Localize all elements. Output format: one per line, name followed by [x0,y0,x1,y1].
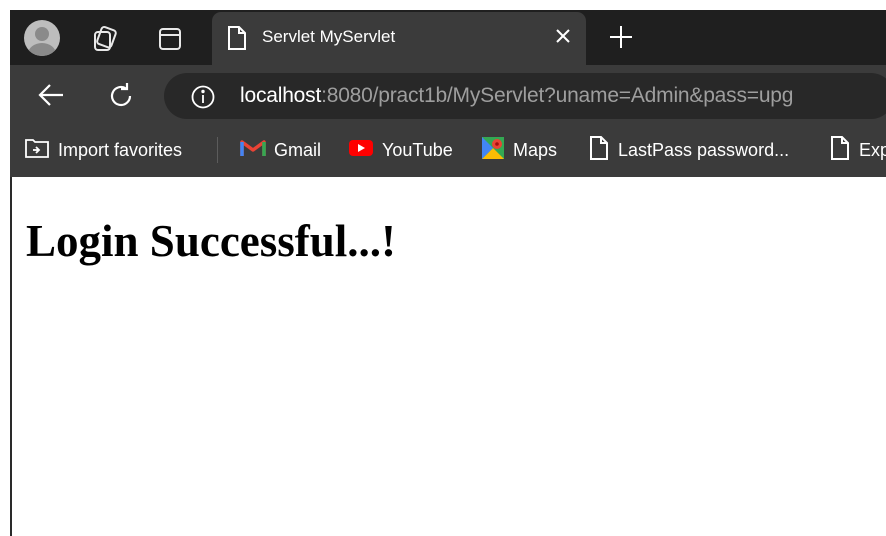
back-icon[interactable] [36,81,66,114]
favorite-gmail[interactable]: Gmail [240,136,321,164]
profile-avatar[interactable] [24,20,60,56]
site-info-icon[interactable] [190,84,216,115]
favorite-label: Import favorites [58,139,183,160]
favorite-lastpass[interactable]: LastPass password... [588,135,790,166]
favorite-maps[interactable]: Maps [481,136,557,164]
page-icon [226,25,248,56]
url-host: localhost [240,84,322,107]
page-icon [829,135,851,166]
page-heading: Login Successful...! [26,216,397,266]
refresh-icon[interactable] [106,81,136,116]
new-tab-icon[interactable] [608,24,634,55]
favorite-exp[interactable]: Exp [829,135,886,166]
vertical-tabs-icon[interactable] [157,26,183,57]
favorite-label: LastPass password... [618,139,790,160]
favorite-import-favorites[interactable]: Import favorites [24,136,182,164]
gmail-icon [240,138,266,163]
workspaces-icon[interactable] [90,24,120,59]
favorite-label: Gmail [274,139,322,160]
url-text[interactable]: localhost:8080/pract1b/MyServlet?uname=A… [240,84,793,108]
favorites-separator [217,137,218,163]
favorite-label: Exp [859,139,886,160]
page-icon [588,135,610,166]
favorite-youtube[interactable]: YouTube [348,136,453,164]
url-path: :8080/pract1b/MyServlet?uname=Admin&pass… [321,84,794,107]
youtube-icon [348,138,374,163]
favorite-label: YouTube [382,139,453,160]
close-tab-icon[interactable] [552,25,574,52]
import-favorites-icon [24,136,50,165]
active-tab[interactable]: Servlet MyServlet [212,12,586,65]
maps-icon [481,136,505,165]
tab-title: Servlet MyServlet [262,27,396,46]
favorite-label: Maps [513,139,558,160]
